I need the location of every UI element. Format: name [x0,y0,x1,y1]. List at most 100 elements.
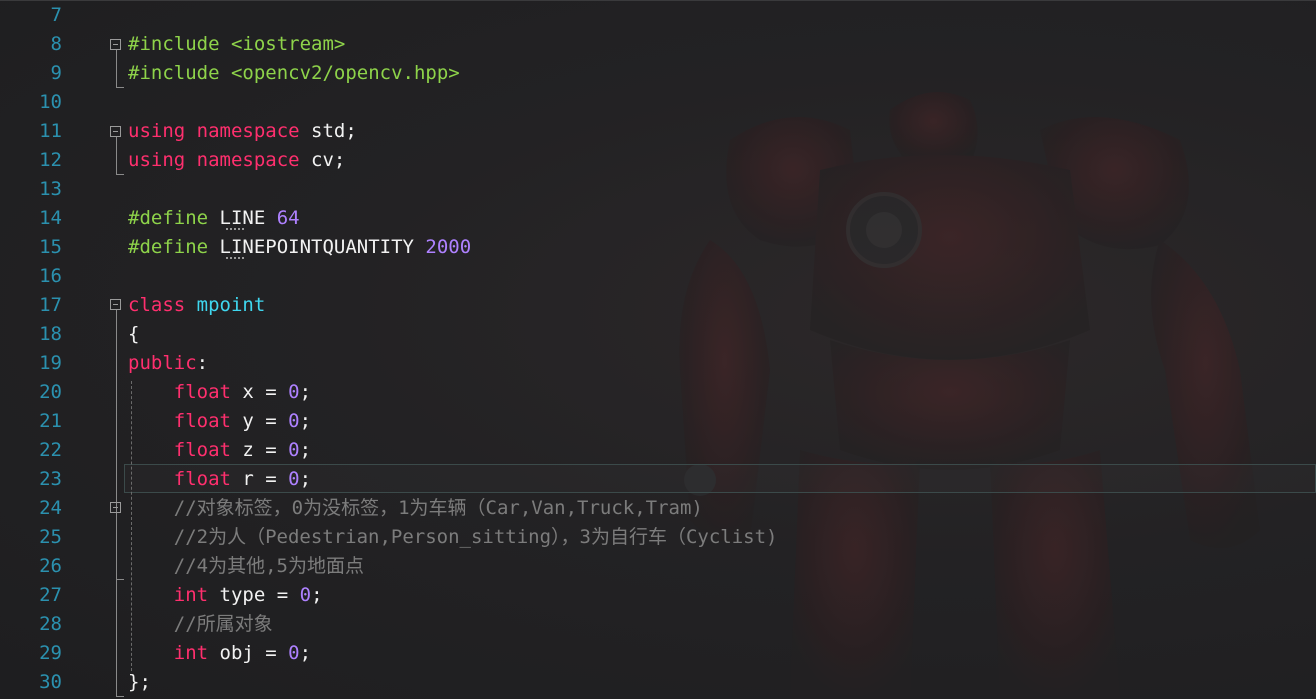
code-token: 0 [288,468,300,490]
code-line[interactable]: #define LINE 64 [128,204,300,233]
line-number[interactable]: 19 [0,349,62,378]
code-token: ; [299,381,312,403]
fold-end-using [116,174,124,175]
line-number[interactable]: 15 [0,233,62,262]
code-line[interactable]: int type = 0; [128,581,323,610]
code-line[interactable]: int obj = 0; [128,639,311,668]
line-number[interactable]: 14 [0,204,62,233]
code-token: float [173,439,231,461]
fold-end-comment [116,579,124,580]
code-token: namespace [196,149,300,171]
code-token: int [173,584,209,606]
line-number[interactable]: 21 [0,407,62,436]
code-token: float [173,410,231,432]
editor-top-border [0,0,1316,1]
code-token: obj = [208,642,289,664]
code-line[interactable]: //2为人（Pedestrian,Person_sitting），3为自行车（C… [128,523,778,552]
code-line[interactable]: #include <opencv2/opencv.hpp> [128,59,460,88]
background-robot-image [679,92,1260,699]
code-token: 0 [288,642,300,664]
code-line[interactable]: float x = 0; [128,378,311,407]
code-token: namespace [196,120,300,142]
line-number[interactable]: 16 [0,262,62,291]
code-token: 0 [288,439,300,461]
code-token: type = [208,584,300,606]
fold-toggle-comment-icon[interactable] [110,502,121,513]
line-number[interactable]: 30 [0,668,62,697]
code-token: LINEPOINTQUANTITY [208,236,426,258]
fold-guide-includes [116,50,117,87]
line-number[interactable]: 20 [0,378,62,407]
code-line[interactable]: float y = 0; [128,407,311,436]
code-line[interactable]: #define LINEPOINTQUANTITY 2000 [128,233,471,262]
code-token: #include [128,62,231,84]
code-token: ; [311,584,323,606]
code-line[interactable]: }; [128,668,151,697]
code-token: <opencv2/opencv.hpp> [230,62,460,84]
code-editor[interactable]: 7 8 9 10 11 12 13 14 15 16 17 18 19 20 21 22 23 24 25 26 27 2… [0,0,1316,699]
fold-toggle-includes-icon[interactable] [110,39,121,50]
line-number[interactable]: 7 [0,1,62,30]
code-token: 2000 [425,236,472,258]
line-number[interactable]: 8 [0,30,62,59]
line-number-gutter: 7 8 9 10 11 12 13 14 15 16 17 18 19 20 21 22 23 24 25 26 27 2… [0,0,108,699]
line-number[interactable]: 29 [0,639,62,668]
code-token: ; [299,410,312,432]
code-line[interactable]: #include <iostream> [128,30,345,59]
line-number[interactable]: 11 [0,117,62,146]
fold-end-includes [116,87,124,88]
code-token: y = [230,410,289,432]
code-token: : [196,352,209,374]
code-token: 0 [299,584,312,606]
fold-toggle-using-icon[interactable] [110,126,121,137]
line-number[interactable]: 24 [0,494,62,523]
line-number[interactable]: 25 [0,523,62,552]
line-number[interactable]: 23 [0,465,62,494]
code-line[interactable]: float z = 0; [128,436,311,465]
code-line[interactable]: class mpoint [128,291,265,320]
code-token: int [173,642,209,664]
code-token: class [128,294,186,316]
line-number[interactable]: 13 [0,175,62,204]
code-token: ; [299,439,312,461]
code-line[interactable]: using namespace std; [128,117,357,146]
line-number[interactable]: 22 [0,436,62,465]
fold-end-class [116,696,124,697]
fold-toggle-class-icon[interactable] [110,299,121,310]
line-number[interactable]: 28 [0,610,62,639]
code-line[interactable]: //4为其他,5为地面点 [128,552,364,581]
code-token: r = [230,468,289,490]
code-token: using [128,120,186,142]
code-token: LINE [208,207,277,229]
line-number[interactable]: 10 [0,88,62,117]
code-line[interactable]: public: [128,349,208,378]
code-token: public [128,352,197,374]
line-number[interactable]: 9 [0,59,62,88]
code-token: z = [230,439,289,461]
line-number[interactable]: 18 [0,320,62,349]
code-token: float [173,381,231,403]
line-number[interactable]: 12 [0,146,62,175]
code-token: #include [128,33,231,55]
code-token: #define [128,236,209,258]
code-line[interactable]: //对象标签，0为没标签，1为车辆（Car,Van,Truck,Tram) [128,494,703,523]
code-line[interactable]: using namespace cv; [128,146,345,175]
code-token: mpoint [196,294,266,316]
code-token: #define [128,207,209,229]
code-line[interactable]: //所属对象 [128,610,273,639]
code-token: using [128,149,186,171]
code-token: ; [299,642,312,664]
code-token: ; [299,468,312,490]
code-line[interactable]: float r = 0; [128,465,311,494]
line-number[interactable]: 26 [0,552,62,581]
line-number[interactable]: 27 [0,581,62,610]
code-token: float [173,468,231,490]
line-number[interactable]: 17 [0,291,62,320]
code-token: { [128,323,140,345]
code-line[interactable]: { [128,320,139,349]
